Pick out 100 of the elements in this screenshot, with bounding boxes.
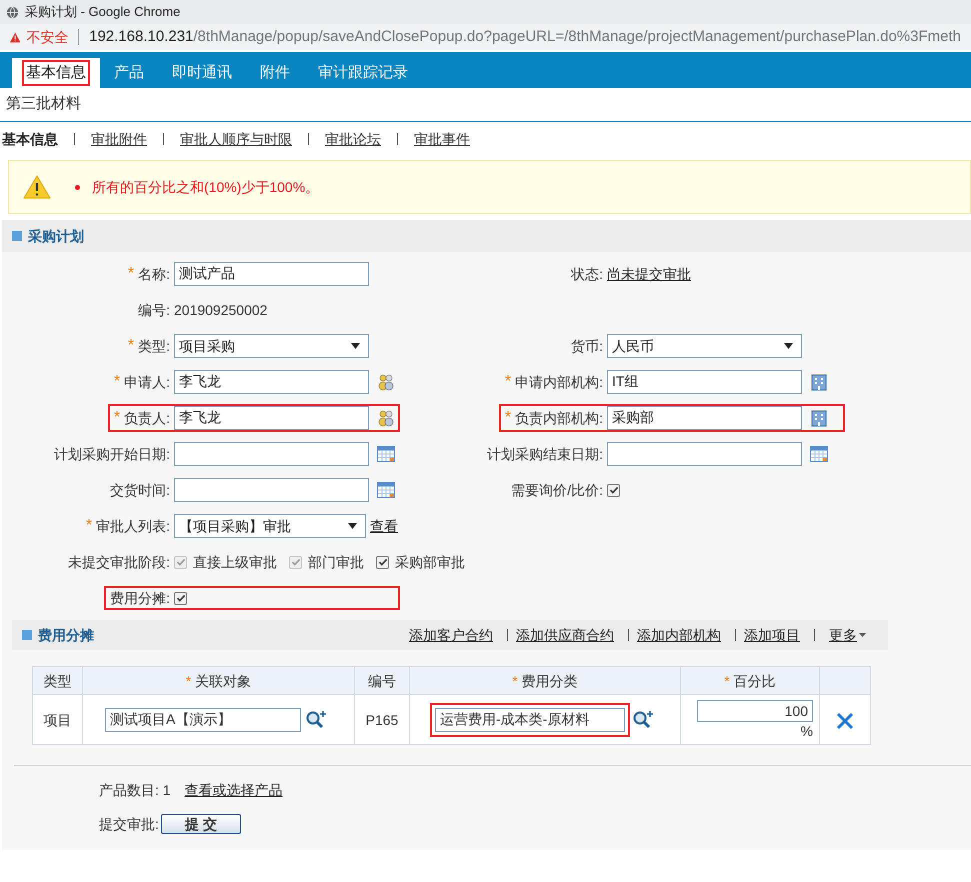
required-mark: *: [128, 336, 134, 356]
text-field[interactable]: 李飞龙: [174, 370, 369, 394]
submit-button[interactable]: 提 交: [160, 814, 241, 834]
status-link[interactable]: 尚未提交审批: [607, 264, 691, 284]
section-title: 采购计划: [28, 227, 84, 246]
required-mark: *: [504, 408, 512, 428]
main-tab[interactable]: 基本信息: [12, 58, 100, 88]
globe-icon: [6, 6, 19, 18]
main-tab[interactable]: 附件: [246, 58, 304, 88]
text-field[interactable]: [174, 478, 369, 502]
field-label: 审批人列表:: [96, 517, 171, 536]
caret-icon: [859, 633, 866, 637]
field-label: 名称:: [138, 265, 171, 284]
dropdown-field[interactable]: 项目采购: [174, 334, 369, 358]
required-mark: *: [86, 516, 92, 536]
building-icon[interactable]: [810, 373, 828, 391]
section-title: 费用分摊: [38, 626, 94, 645]
checkbox[interactable]: [376, 556, 389, 568]
delete-icon[interactable]: [836, 712, 854, 730]
checkbox-label: 采购部审批: [395, 553, 465, 572]
text-field[interactable]: 测试产品: [174, 262, 369, 286]
search-add-icon[interactable]: [632, 710, 654, 730]
field-label: 申请人:: [124, 373, 171, 392]
checkbox[interactable]: [174, 592, 187, 604]
checkbox[interactable]: [607, 484, 620, 496]
column-header: 费用分类: [522, 672, 578, 688]
field-label: 类型:: [138, 337, 171, 356]
text-field[interactable]: [607, 442, 802, 466]
caret-icon: [784, 343, 793, 349]
tab-highlight-frame: 基本信息: [22, 60, 90, 86]
field-label: 交货时间:: [110, 481, 171, 500]
text-field[interactable]: 采购部: [607, 406, 802, 430]
text-field[interactable]: 李飞龙: [174, 406, 369, 430]
field-label: 计划采购结束日期:: [487, 445, 604, 464]
field-label: 需要询价/比价:: [511, 481, 604, 500]
checkbox-label: 部门审批: [308, 553, 364, 572]
sub-tab[interactable]: 审批附件: [91, 129, 147, 149]
sub-tab[interactable]: 审批论坛: [325, 129, 381, 149]
table-cell: 项目: [32, 694, 82, 744]
dropdown-field[interactable]: 【项目采购】审批: [174, 514, 366, 538]
field-label: 计划采购开始日期:: [54, 445, 171, 464]
field-label: 申请内部机构:: [515, 373, 604, 392]
text-field[interactable]: 运营费用-成本类-原材料: [435, 708, 625, 732]
security-label: 不安全: [26, 28, 68, 46]
action-link[interactable]: 添加供应商合约: [516, 625, 614, 645]
column-header: 百分比: [734, 672, 776, 688]
required-mark: *: [128, 264, 134, 284]
required-mark: *: [114, 372, 120, 392]
field-label: 未提交审批阶段:: [68, 553, 171, 572]
action-link[interactable]: 添加内部机构: [637, 625, 721, 645]
text-field[interactable]: IT组: [607, 370, 802, 394]
sub-tab[interactable]: 审批事件: [414, 129, 470, 149]
tab-highlight-frame: 即时通讯: [168, 60, 236, 86]
sub-tab[interactable]: 审批人顺序与时限: [180, 129, 292, 149]
page-title: 第三批材料: [0, 88, 971, 122]
field-label: 状态:: [571, 265, 604, 284]
more-link[interactable]: 更多: [829, 625, 866, 645]
action-link[interactable]: 添加项目: [744, 625, 800, 645]
warning-icon: [23, 175, 51, 199]
required-mark: *: [114, 408, 120, 428]
search-add-icon[interactable]: [305, 710, 327, 730]
main-tab[interactable]: 即时通讯: [158, 58, 246, 88]
view-products-link[interactable]: 查看或选择产品: [184, 780, 283, 800]
table-cell: P165: [354, 694, 410, 744]
square-icon: [12, 231, 22, 241]
people-icon[interactable]: [377, 373, 395, 391]
required-mark: *: [724, 672, 730, 688]
field-label: 费用分摊:: [110, 589, 171, 608]
column-header: 类型: [44, 672, 72, 688]
field-label: 负责内部机构:: [515, 409, 604, 428]
checkbox-label: 直接上级审批: [193, 553, 277, 572]
field-label: 编号:: [138, 301, 171, 320]
url-text: 192.168.10.231/8thManage/popup/saveAndClosePopup.do?pageURL=/8thManage/projectManagement/purchasePlan.do%3Fmeth: [89, 26, 961, 47]
building-icon[interactable]: [810, 409, 828, 427]
alert-message: 所有的百分比之和(10%)少于100%。: [75, 177, 320, 197]
calendar-icon[interactable]: [377, 446, 395, 462]
field-value: 201909250002: [174, 301, 268, 320]
calendar-icon[interactable]: [377, 482, 395, 498]
field-label: 货币:: [571, 337, 604, 356]
address-bar[interactable]: 不安全 192.168.10.231/8thManage/popup/saveAndClosePopup.do?pageURL=/8thManage/projectManagement/purchasePlan.do%3Fmeth: [0, 24, 971, 50]
calendar-icon[interactable]: [810, 446, 828, 462]
main-tab[interactable]: 审计跟踪记录: [304, 58, 422, 88]
tab-highlight-frame: 审计跟踪记录: [314, 60, 412, 86]
text-field[interactable]: 测试项目A【演示】: [105, 708, 301, 732]
required-mark: *: [512, 672, 518, 688]
warning-icon: [10, 30, 20, 44]
people-icon[interactable]: [377, 409, 395, 427]
view-link[interactable]: 查看: [370, 516, 398, 536]
window-title: 采购计划 - Google Chrome: [25, 3, 180, 22]
text-field[interactable]: [174, 442, 369, 466]
tab-highlight-frame: 产品: [110, 60, 148, 86]
action-link[interactable]: 添加客户合约: [409, 625, 493, 645]
sub-tab[interactable]: 基本信息: [2, 129, 58, 149]
caret-icon: [351, 343, 360, 349]
column-header: 编号: [368, 672, 396, 688]
percent-field[interactable]: 100: [697, 700, 813, 722]
main-tab[interactable]: 产品: [100, 58, 158, 88]
dropdown-field[interactable]: 人民币: [607, 334, 802, 358]
required-mark: *: [504, 372, 512, 392]
percent-unit: %: [800, 722, 813, 740]
